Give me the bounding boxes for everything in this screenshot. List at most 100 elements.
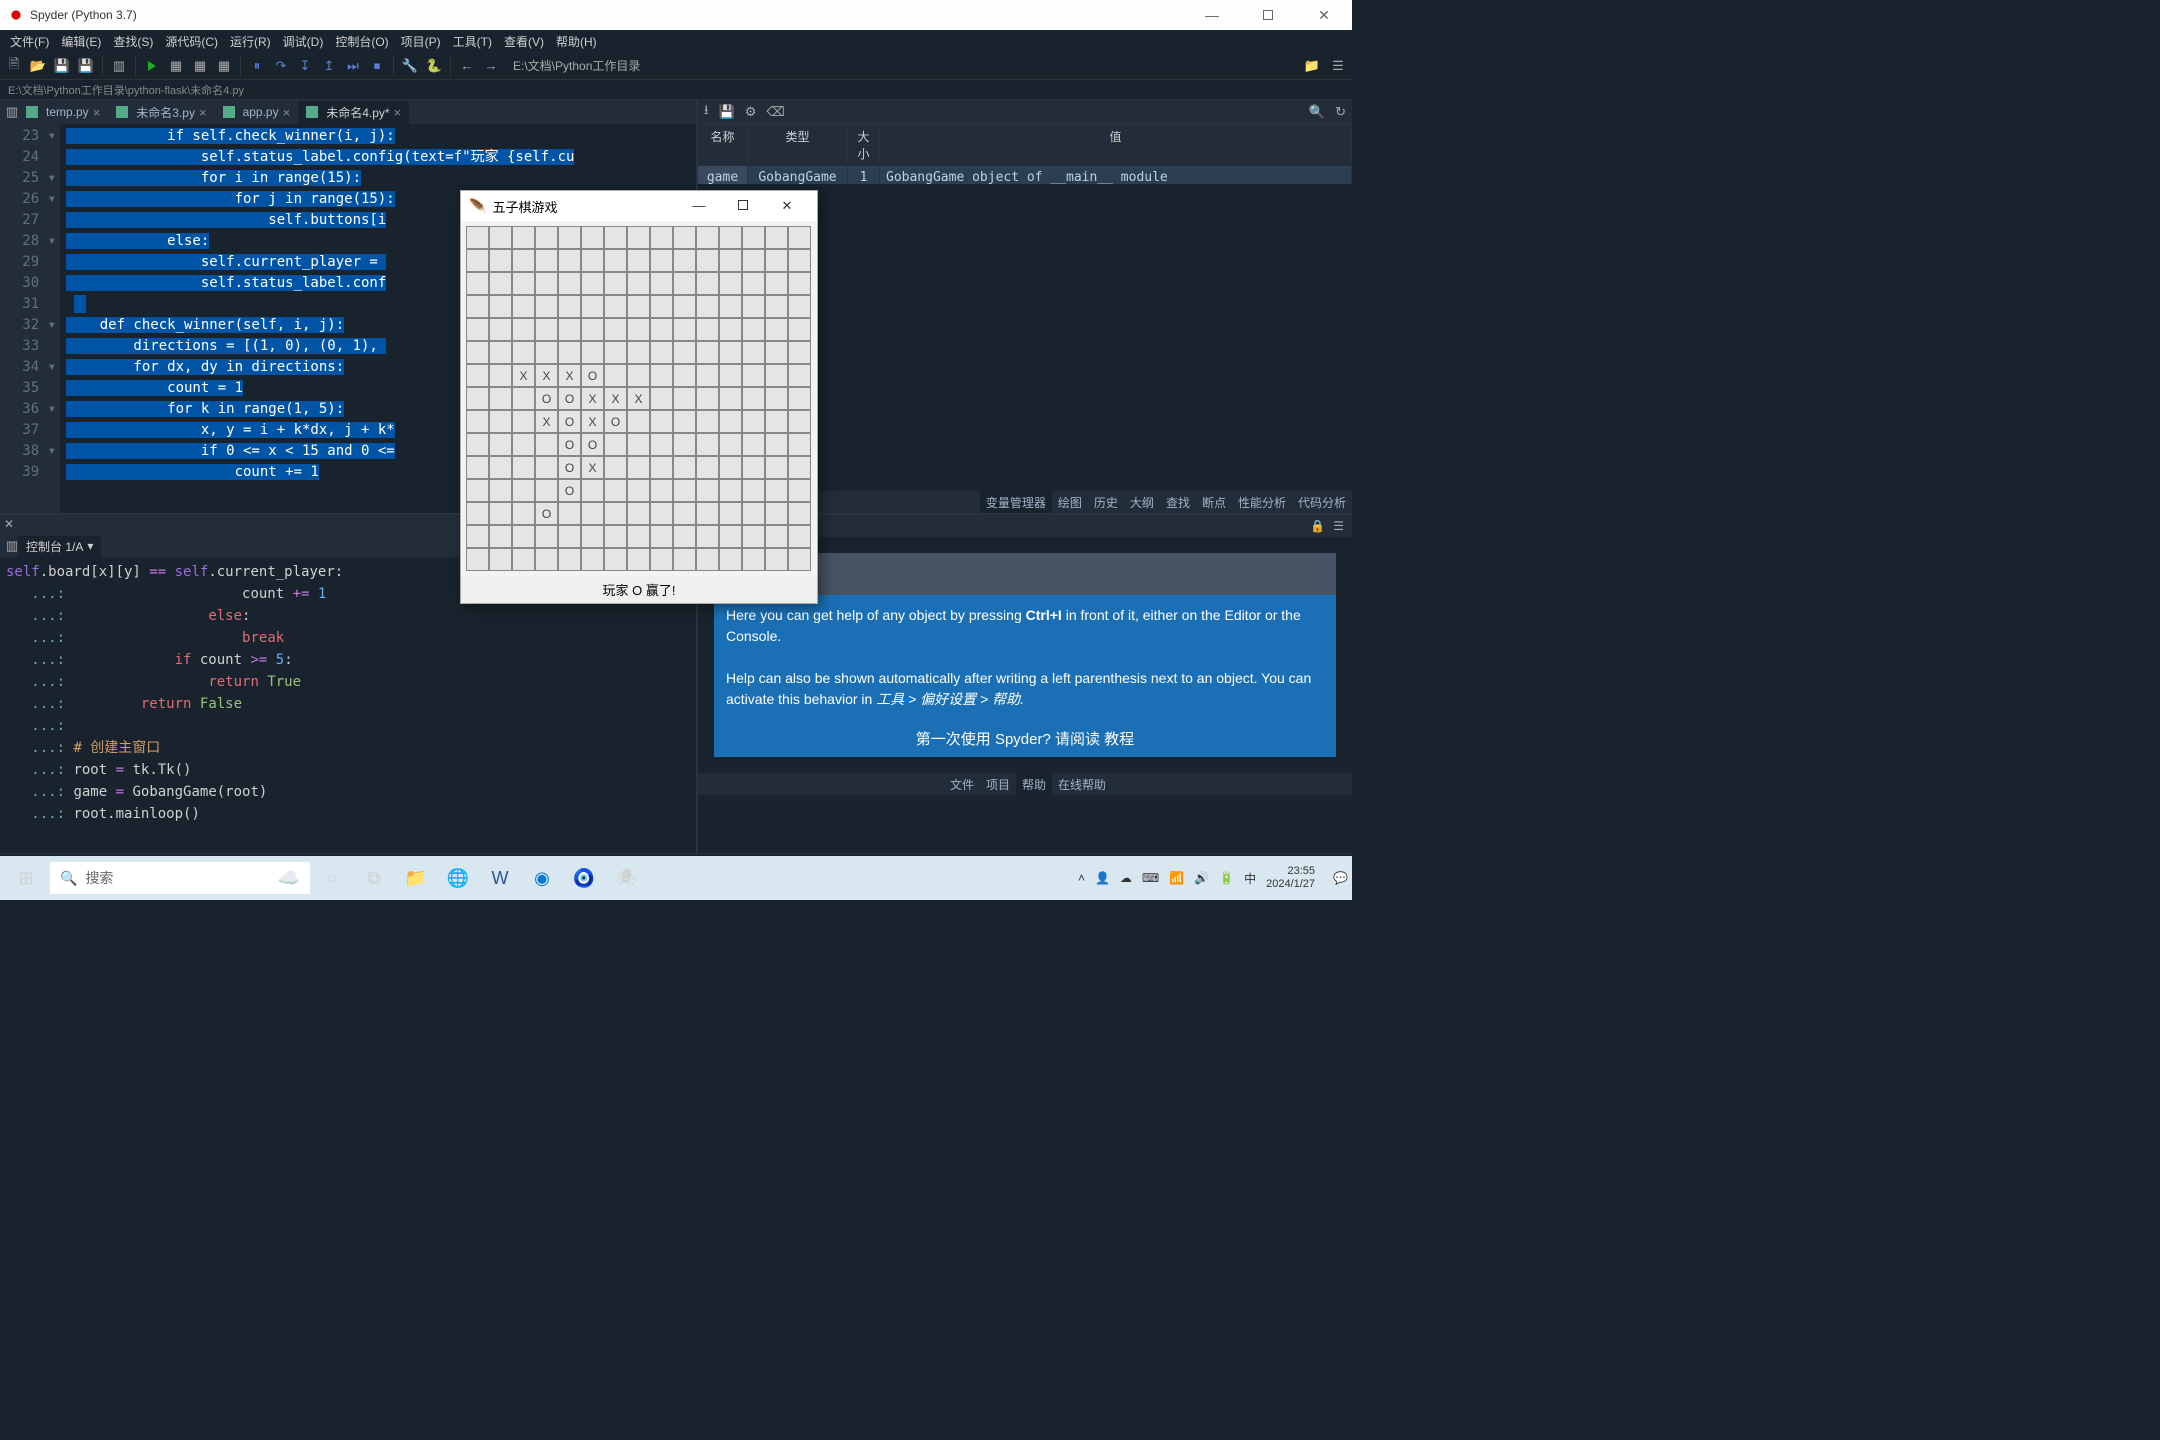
board-cell[interactable] xyxy=(489,249,512,272)
pane-tab[interactable]: 历史 xyxy=(1088,491,1124,513)
board-cell[interactable] xyxy=(742,387,765,410)
board-cell[interactable] xyxy=(535,433,558,456)
board-cell[interactable] xyxy=(673,479,696,502)
board-cell[interactable] xyxy=(466,249,489,272)
board-cell[interactable] xyxy=(650,387,673,410)
board-cell[interactable] xyxy=(581,295,604,318)
board-cell[interactable] xyxy=(466,364,489,387)
board-cell[interactable] xyxy=(627,479,650,502)
menu-编辑(E)[interactable]: 编辑(E) xyxy=(55,31,107,52)
board-cell[interactable] xyxy=(627,295,650,318)
search-icon[interactable]: 🔍 xyxy=(1309,104,1325,120)
board-cell[interactable] xyxy=(742,249,765,272)
board-cell[interactable] xyxy=(788,456,811,479)
board-cell[interactable] xyxy=(627,433,650,456)
board-cell[interactable] xyxy=(650,502,673,525)
lock-icon[interactable]: 🔒 xyxy=(1310,519,1325,533)
board-cell[interactable] xyxy=(650,364,673,387)
board-cell[interactable] xyxy=(788,249,811,272)
settings-icon[interactable]: ⚙ xyxy=(745,104,757,120)
board-cell[interactable]: O xyxy=(558,456,581,479)
board-cell[interactable] xyxy=(489,548,512,571)
board-cell[interactable] xyxy=(581,502,604,525)
board-cell[interactable] xyxy=(489,433,512,456)
board-cell[interactable] xyxy=(742,479,765,502)
ime-icon[interactable]: 中 xyxy=(1244,870,1256,887)
board-cell[interactable]: X xyxy=(581,456,604,479)
board-cell[interactable] xyxy=(765,249,788,272)
editor-tab[interactable]: 未命名3.py × xyxy=(108,101,214,124)
game-titlebar[interactable]: 🪶 五子棋游戏 — ✕ xyxy=(461,191,817,221)
board-cell[interactable] xyxy=(742,295,765,318)
board-cell[interactable] xyxy=(604,525,627,548)
board-cell[interactable] xyxy=(604,318,627,341)
board-cell[interactable] xyxy=(489,341,512,364)
step-over-icon[interactable]: ↷ xyxy=(271,56,291,76)
board-cell[interactable] xyxy=(673,226,696,249)
board-cell[interactable] xyxy=(466,502,489,525)
board-cell[interactable] xyxy=(696,456,719,479)
editor-tab[interactable]: 未命名4.py* × xyxy=(298,101,409,124)
board-cell[interactable]: O xyxy=(535,502,558,525)
board-cell[interactable] xyxy=(558,249,581,272)
board-cell[interactable]: O xyxy=(558,387,581,410)
board-cell[interactable] xyxy=(627,341,650,364)
python-icon[interactable]: 🐍 xyxy=(424,56,444,76)
board-cell[interactable] xyxy=(696,249,719,272)
board-cell[interactable] xyxy=(581,272,604,295)
board-cell[interactable] xyxy=(673,548,696,571)
board-cell[interactable] xyxy=(512,341,535,364)
help-tab[interactable]: 帮助 xyxy=(1016,773,1052,795)
board-cell[interactable] xyxy=(558,295,581,318)
forward-icon[interactable]: → xyxy=(481,56,501,76)
help-tab[interactable]: 文件 xyxy=(944,773,980,795)
menu-控制台(O)[interactable]: 控制台(O) xyxy=(329,31,394,52)
network-icon[interactable]: 📶 xyxy=(1169,871,1184,885)
editor-tab[interactable]: app.py × xyxy=(215,102,299,123)
cortana-icon[interactable]: ○ xyxy=(312,860,352,896)
continue-icon[interactable]: ⏭ xyxy=(343,56,363,76)
board-cell[interactable] xyxy=(650,456,673,479)
board-cell[interactable] xyxy=(742,456,765,479)
board-cell[interactable] xyxy=(650,318,673,341)
board-cell[interactable] xyxy=(765,479,788,502)
board-cell[interactable]: X xyxy=(581,410,604,433)
board-cell[interactable] xyxy=(788,295,811,318)
eraser-icon[interactable]: ⌫ xyxy=(766,104,784,120)
board-cell[interactable] xyxy=(535,548,558,571)
board-cell[interactable] xyxy=(489,525,512,548)
pane-tab[interactable]: 大纲 xyxy=(1124,491,1160,513)
board-cell[interactable] xyxy=(650,249,673,272)
board-cell[interactable] xyxy=(535,295,558,318)
board-cell[interactable] xyxy=(489,226,512,249)
board-cell[interactable] xyxy=(719,341,742,364)
cell-icon[interactable]: ▥ xyxy=(109,56,129,76)
battery-icon[interactable]: 🔋 xyxy=(1219,871,1234,885)
board-cell[interactable]: O xyxy=(558,479,581,502)
board-cell[interactable] xyxy=(673,456,696,479)
board-cell[interactable] xyxy=(719,318,742,341)
edge-icon[interactable]: ◉ xyxy=(522,860,562,896)
board-cell[interactable] xyxy=(765,410,788,433)
board-cell[interactable] xyxy=(719,249,742,272)
board-cell[interactable] xyxy=(489,318,512,341)
board-cell[interactable] xyxy=(673,318,696,341)
board-cell[interactable] xyxy=(742,410,765,433)
board-cell[interactable] xyxy=(765,433,788,456)
var-header-type[interactable]: 类型 xyxy=(748,124,848,166)
board-cell[interactable] xyxy=(788,272,811,295)
var-header-size[interactable]: 大小 xyxy=(848,124,880,166)
tutorial-link[interactable]: 教程 xyxy=(1104,731,1134,748)
menu-查看(V)[interactable]: 查看(V) xyxy=(498,31,550,52)
board-cell[interactable] xyxy=(604,364,627,387)
app-icon-1[interactable]: 🌐 xyxy=(438,860,478,896)
board-cell[interactable] xyxy=(627,226,650,249)
board-cell[interactable] xyxy=(742,502,765,525)
taskbar-search[interactable]: 🔍 搜索 ☁️ xyxy=(50,862,310,894)
board-cell[interactable] xyxy=(581,525,604,548)
board-cell[interactable] xyxy=(765,341,788,364)
board-cell[interactable]: O xyxy=(604,410,627,433)
board-cell[interactable] xyxy=(627,525,650,548)
board-cell[interactable] xyxy=(719,272,742,295)
board-cell[interactable] xyxy=(650,433,673,456)
